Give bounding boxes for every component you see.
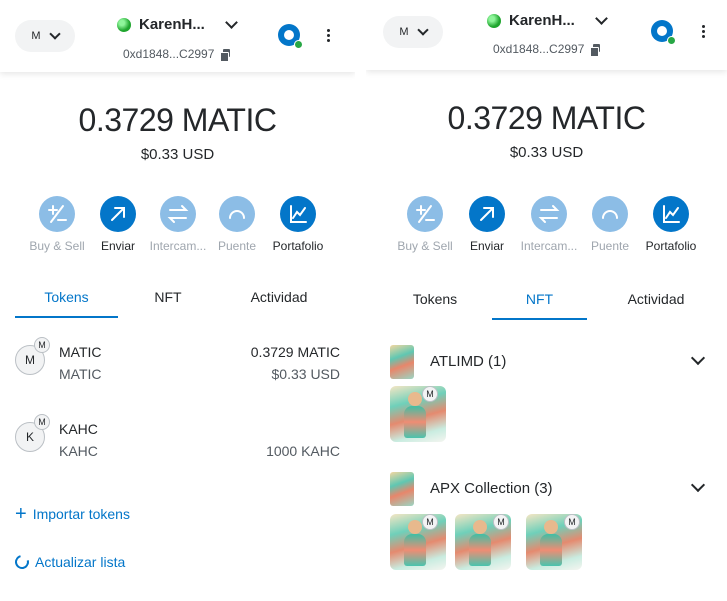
- portfolio-chart-icon: [653, 196, 689, 232]
- token-symbol: KAHC: [59, 443, 98, 459]
- network-badge-icon: M: [422, 386, 438, 402]
- portfolio-button[interactable]: Portafolio: [263, 196, 333, 253]
- account-address[interactable]: 0xd1848...C2997: [123, 47, 231, 62]
- collection-thumbnail: [390, 472, 414, 506]
- token-amount: 0.3729 MATIC: [250, 344, 340, 360]
- token-row[interactable]: M M MATIC MATIC 0.3729 MATIC $0.33 USD: [0, 337, 355, 387]
- token-symbol: MATIC: [59, 366, 102, 382]
- online-status-icon: [294, 40, 303, 49]
- token-fiat: $0.33 USD: [271, 366, 340, 382]
- nft-collection-header[interactable]: APX Collection (3): [366, 472, 727, 508]
- account-address[interactable]: 0xd1848...C2997: [493, 42, 601, 57]
- tab-nft[interactable]: NFT: [492, 286, 587, 320]
- network-initial: M: [399, 26, 409, 38]
- tab-nft[interactable]: NFT: [118, 284, 218, 318]
- asset-tabs: Tokens NFT Actividad: [0, 284, 355, 318]
- panel-gap: [355, 0, 366, 601]
- collection-thumbnail: [390, 345, 414, 379]
- collection-name: APX Collection (3): [430, 480, 553, 497]
- chevron-down-icon: [594, 12, 608, 25]
- buy-sell-icon: [39, 196, 75, 232]
- token-amount: 1000 KAHC: [266, 443, 340, 459]
- token-row[interactable]: K M KAHC KAHC 1000 KAHC: [0, 414, 355, 464]
- collection-name: ATLIMD (1): [430, 353, 507, 370]
- token-name: KAHC: [59, 421, 98, 437]
- swap-label: Intercam...: [520, 239, 578, 253]
- token-name: MATIC: [59, 344, 102, 360]
- bridge-label: Puente: [217, 239, 257, 253]
- send-arrow-icon: [469, 196, 505, 232]
- refresh-icon: [12, 552, 32, 572]
- buy-sell-button[interactable]: Buy & Sell: [22, 196, 92, 253]
- balance-amount: 0.3729 MATIC: [447, 100, 646, 136]
- account-selector[interactable]: KarenH...: [487, 12, 608, 29]
- chevron-down-icon: [48, 27, 61, 40]
- account-identicon-icon: [117, 17, 131, 32]
- address-text: 0xd1848...C2997: [493, 42, 585, 56]
- network-badge-icon: M: [34, 414, 50, 430]
- tab-activity[interactable]: Actividad: [230, 284, 328, 318]
- send-arrow-icon: [100, 196, 136, 232]
- swap-icon: [160, 196, 196, 232]
- import-tokens-link[interactable]: + Importar tokens: [15, 503, 130, 525]
- account-identicon-icon: [487, 13, 501, 28]
- network-selector[interactable]: M: [383, 16, 443, 48]
- more-options-icon[interactable]: [701, 25, 705, 38]
- import-tokens-label: Importar tokens: [32, 506, 130, 522]
- asset-tabs: Tokens NFT Actividad: [366, 286, 727, 320]
- wallet-panel-tokens: M KarenH... 0xd1848...C2997 0.3729 MATIC…: [0, 0, 355, 601]
- bridge-icon: [592, 196, 628, 232]
- network-badge-icon: M: [422, 514, 438, 530]
- buy-sell-label: Buy & Sell: [29, 239, 85, 253]
- send-button[interactable]: Enviar: [452, 196, 522, 253]
- wallet-panel-nft: M KarenH... 0xd1848...C2997 0.3729 MATIC…: [366, 0, 727, 601]
- network-badge-icon: M: [34, 337, 50, 353]
- plus-icon: +: [15, 503, 27, 525]
- buy-sell-icon: [407, 196, 443, 232]
- bridge-label: Puente: [590, 239, 630, 253]
- bridge-button[interactable]: Puente: [202, 196, 272, 253]
- network-badge-icon: M: [493, 514, 509, 530]
- profile-avatar[interactable]: [278, 24, 303, 49]
- portfolio-chart-icon: [280, 196, 316, 232]
- balance-amount: 0.3729 MATIC: [78, 102, 277, 138]
- account-name: KarenH...: [509, 12, 575, 29]
- balance-fiat: $0.33 USD: [509, 144, 584, 161]
- online-status-icon: [667, 36, 676, 45]
- app-header: M KarenH... 0xd1848...C2997: [366, 0, 727, 70]
- copy-icon[interactable]: [590, 43, 601, 57]
- network-initial: M: [31, 30, 41, 42]
- bridge-icon: [219, 196, 255, 232]
- swap-button[interactable]: Intercam...: [514, 196, 584, 253]
- chevron-down-icon: [416, 23, 429, 36]
- account-name: KarenH...: [139, 16, 205, 33]
- swap-icon: [531, 196, 567, 232]
- network-badge-icon: M: [564, 514, 580, 530]
- address-text: 0xd1848...C2997: [123, 47, 215, 61]
- nft-collection-header[interactable]: ATLIMD (1): [366, 345, 727, 381]
- chevron-down-icon: [690, 477, 706, 493]
- tab-tokens[interactable]: Tokens: [386, 286, 484, 320]
- network-selector[interactable]: M: [15, 20, 75, 52]
- tab-tokens[interactable]: Tokens: [15, 284, 118, 318]
- account-selector[interactable]: KarenH...: [117, 16, 238, 33]
- app-header: M KarenH... 0xd1848...C2997: [0, 0, 355, 72]
- chevron-down-icon: [690, 350, 706, 366]
- tab-activity[interactable]: Actividad: [606, 286, 706, 320]
- more-options-icon[interactable]: [326, 29, 330, 42]
- bridge-button[interactable]: Puente: [575, 196, 645, 253]
- portfolio-label: Portafolio: [645, 239, 697, 253]
- send-label: Enviar: [469, 239, 504, 253]
- portfolio-button[interactable]: Portafolio: [636, 196, 706, 253]
- buy-sell-label: Buy & Sell: [397, 239, 453, 253]
- balance-fiat: $0.33 USD: [140, 146, 215, 163]
- copy-icon[interactable]: [220, 48, 231, 62]
- refresh-list-label: Actualizar lista: [35, 554, 126, 570]
- buy-sell-button[interactable]: Buy & Sell: [390, 196, 460, 253]
- portfolio-label: Portafolio: [272, 239, 324, 253]
- chevron-down-icon: [224, 16, 238, 29]
- refresh-list-link[interactable]: Actualizar lista: [12, 552, 126, 572]
- profile-avatar[interactable]: [651, 20, 676, 45]
